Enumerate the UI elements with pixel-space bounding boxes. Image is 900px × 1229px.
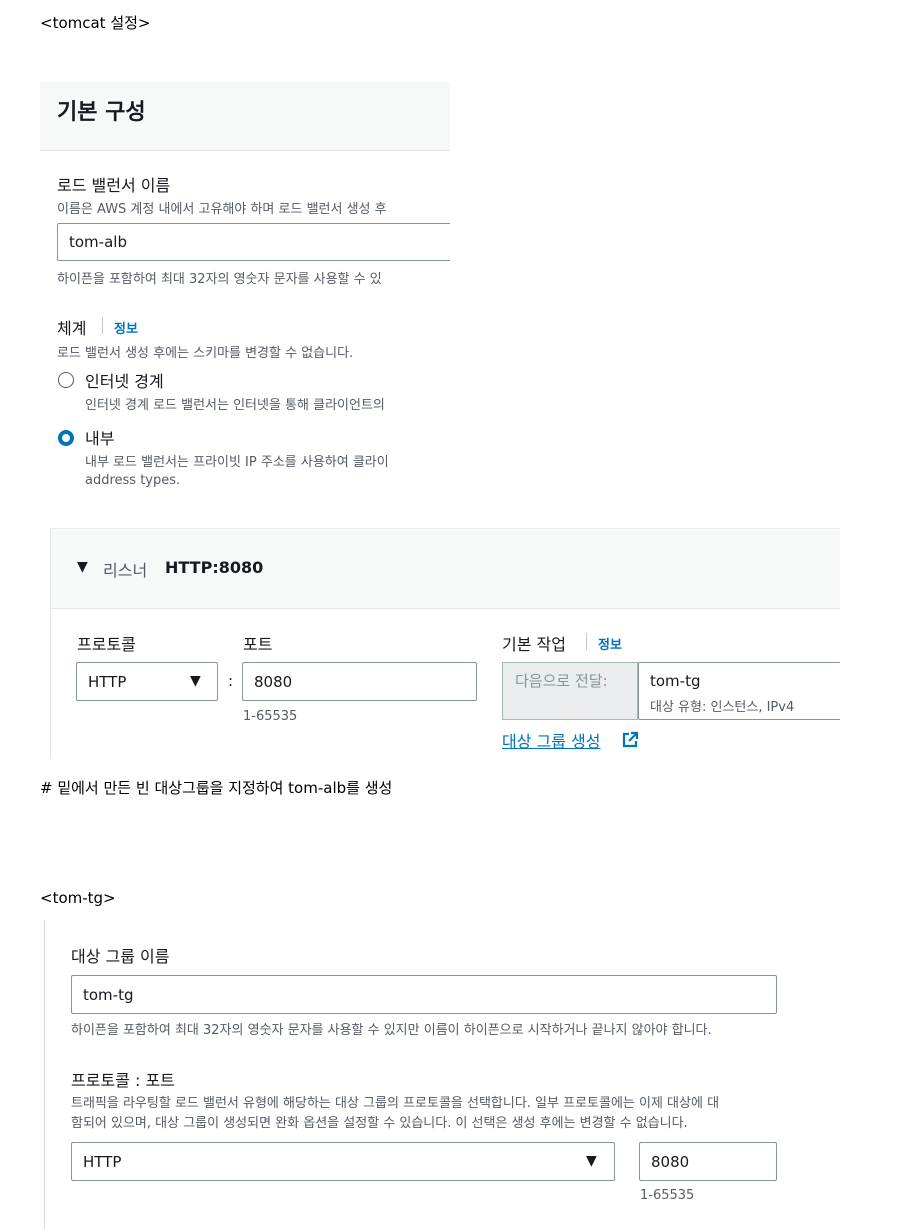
tg-protocol-select-value: HTTP: [83, 1153, 122, 1171]
listener-value: HTTP:8080: [165, 558, 264, 577]
crop-mask-2: [840, 520, 900, 760]
lb-name-input[interactable]: tom-alb: [57, 223, 457, 261]
info-separator: [102, 317, 103, 334]
tg-name-input[interactable]: tom-tg: [71, 975, 777, 1014]
scheme-info-link[interactable]: 정보: [114, 318, 138, 337]
panel-divider: [40, 150, 450, 151]
dropdown-caret-icon: ▼: [190, 673, 201, 689]
forward-to-label: 다음으로 전달:: [515, 672, 608, 690]
forward-to-label-box: 다음으로 전달:: [502, 662, 638, 720]
lb-name-label: 로드 밸런서 이름: [57, 176, 171, 195]
create-target-group-link-label: 대상 그룹 생성: [502, 732, 601, 751]
port-input[interactable]: 8080: [242, 662, 477, 701]
external-link-icon: [622, 731, 639, 748]
port-label: 포트: [243, 635, 273, 654]
radio-internet-facing-label: 인터넷 경계: [85, 372, 164, 391]
info-separator-2: [586, 633, 587, 650]
radio-internet-facing-desc: 인터넷 경계 로드 밸런서는 인터넷을 통해 클라이언트의: [85, 398, 385, 413]
protocol-port-desc-line2: 함되어 있으며, 대상 그룹이 생성되면 완화 옵션을 설정할 수 있습니다. …: [71, 1116, 688, 1131]
section-heading-tom-tg: <tom-tg>: [40, 889, 116, 907]
target-group-select[interactable]: tom-tg 대상 유형: 인스턴스, IPv4: [638, 662, 853, 720]
panel-title: 기본 구성: [57, 100, 146, 125]
tg-port-hint: 1-65535: [640, 1188, 695, 1203]
target-group-select-value: tom-tg: [650, 672, 701, 690]
protocol-label: 프로토콜: [77, 635, 136, 654]
tg-name-hint: 하이픈을 포함하여 최대 32자의 영숫자 문자를 사용할 수 있지만 이름이 …: [71, 1023, 712, 1038]
default-action-label: 기본 작업: [502, 635, 566, 654]
listener-label: 리스너: [103, 561, 148, 580]
colon-separator: :: [228, 672, 234, 690]
crop-mask: [450, 215, 470, 270]
collapse-caret-icon[interactable]: ▼: [77, 559, 88, 575]
protocol-select[interactable]: HTTP ▼: [76, 662, 218, 701]
scheme-description: 로드 밸런서 생성 후에는 스키마를 변경할 수 없습니다.: [57, 346, 354, 361]
target-group-select-meta: 대상 유형: 인스턴스, IPv4: [650, 700, 795, 715]
tg-port-input[interactable]: 8080: [639, 1142, 777, 1181]
note-text: # 밑에서 만든 빈 대상그룹을 지정하여 tom-alb를 생성: [40, 779, 393, 797]
radio-internal-label: 내부: [85, 429, 115, 448]
protocol-port-desc-line1: 트래픽을 라우팅할 로드 밸런서 유형에 해당하는 대상 그룹의 프로토콜을 선…: [71, 1096, 720, 1111]
radio-internet-facing[interactable]: [58, 372, 74, 388]
radio-internal[interactable]: [58, 430, 74, 446]
lb-name-description: 이름은 AWS 계정 내에서 고유해야 하며 로드 밸런서 생성 후: [57, 202, 387, 217]
section-heading-tomcat: <tomcat 설정>: [40, 14, 151, 32]
port-input-value: 8080: [254, 673, 293, 691]
listener-divider: [50, 608, 840, 609]
protocol-select-value: HTTP: [88, 673, 127, 691]
scheme-label: 체계: [57, 319, 87, 338]
tg-name-input-value: tom-tg: [83, 986, 134, 1004]
port-hint: 1-65535: [243, 709, 298, 724]
tg-name-label: 대상 그룹 이름: [71, 947, 170, 966]
dropdown-caret-icon: ▼: [586, 1153, 597, 1169]
radio-internal-desc2: address types.: [85, 473, 181, 488]
protocol-port-label: 프로토콜 : 포트: [71, 1071, 175, 1090]
default-action-info-link[interactable]: 정보: [598, 634, 622, 653]
radio-internal-desc: 내부 로드 밸런서는 프라이빗 IP 주소를 사용하여 클라이: [85, 455, 389, 470]
lb-name-value: tom-alb: [69, 233, 127, 251]
listener-left-border: [50, 608, 51, 758]
panel2-left-border: [44, 920, 45, 1229]
tg-protocol-select[interactable]: HTTP ▼: [71, 1142, 615, 1181]
tg-port-input-value: 8080: [651, 1153, 690, 1171]
create-target-group-link[interactable]: 대상 그룹 생성: [502, 728, 601, 752]
lb-name-hint: 하이픈을 포함하여 최대 32자의 영숫자 문자를 사용할 수 있: [57, 272, 382, 287]
